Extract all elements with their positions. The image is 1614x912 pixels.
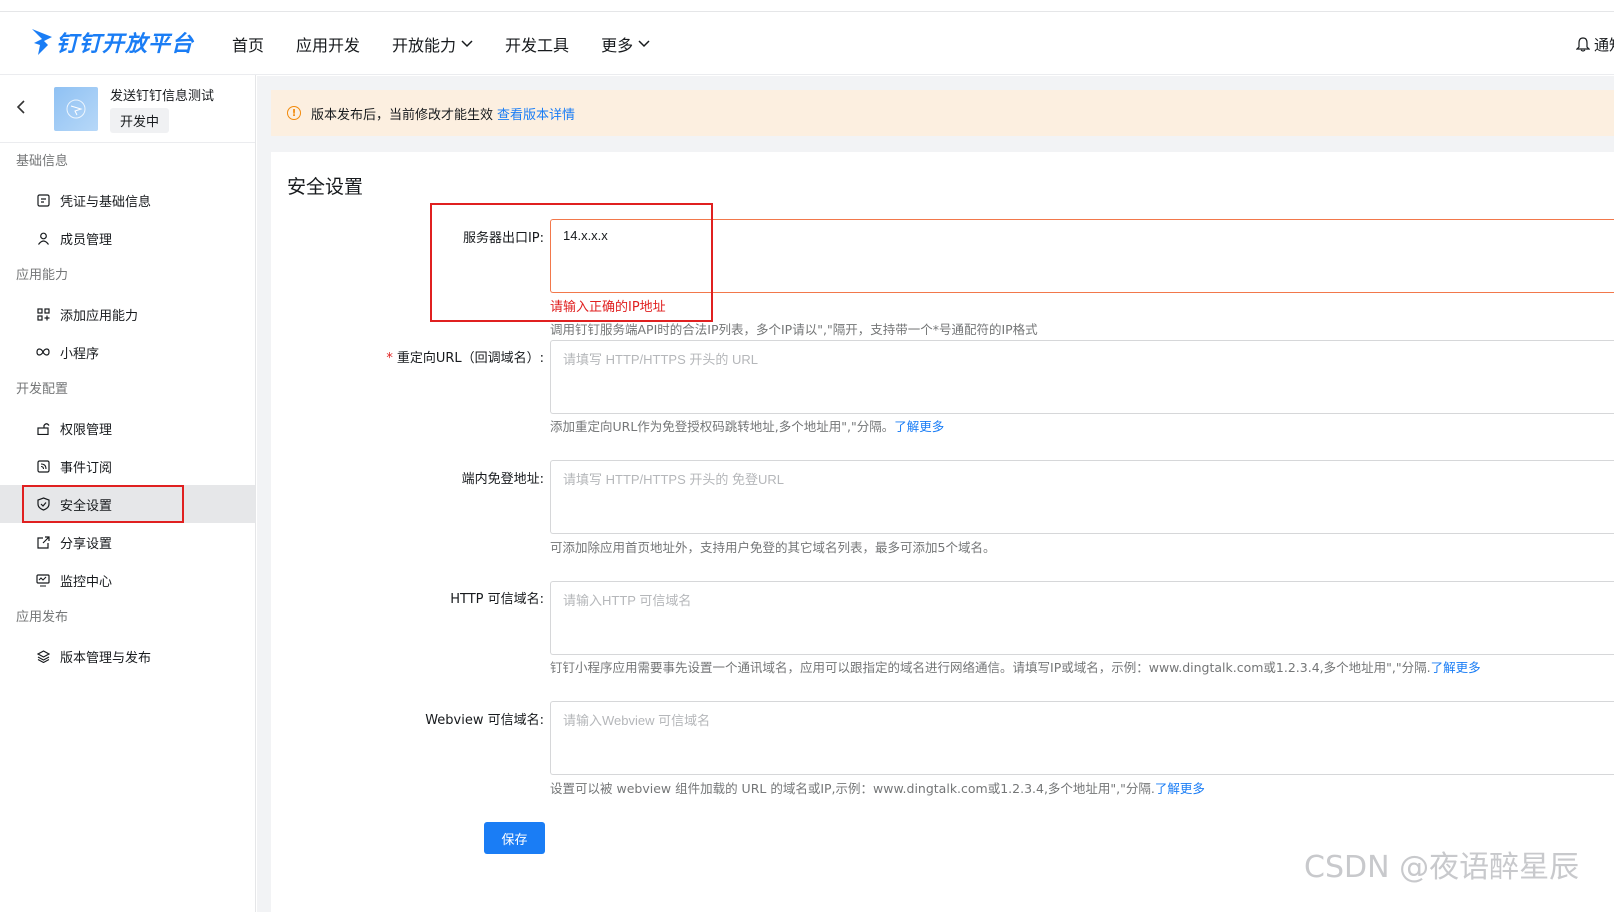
sidebar: 发送钉钉信息测试 开发中 基础信息 凭证与基础信息 成员管理 应用能力 添加应用…: [0, 75, 256, 912]
notice-text: 版本发布后，当前修改才能生效: [311, 107, 494, 123]
logo-text: 钉钉开放平台: [56, 32, 195, 57]
ip-field-label: 服务器出口IP:: [284, 227, 544, 246]
server-ip-input[interactable]: [550, 219, 1614, 293]
app-name: 发送钉钉信息测试: [110, 89, 215, 104]
view-version-details-link[interactable]: 查看版本详情: [497, 104, 575, 123]
label-text: 端内免登地址:: [461, 472, 544, 487]
unlock-icon: [36, 421, 50, 435]
share-icon: [36, 535, 50, 549]
sidebar-item-miniprogram[interactable]: 小程序: [0, 333, 255, 371]
sidebar-group-capabilities: 应用能力: [16, 268, 69, 283]
sidebar-group-release: 应用发布: [16, 610, 69, 625]
user-icon: [36, 231, 50, 245]
http-hint: 钉钉小程序应用需要事先设置一个通讯域名，应用可以跟指定的域名进行网络通信。请填写…: [550, 657, 1481, 676]
main-content: ! 版本发布后，当前修改才能生效 查看版本详情 安全设置 服务器出口IP: 请输…: [257, 76, 1614, 912]
back-chevron-icon[interactable]: [16, 99, 26, 118]
chevron-down-icon: [461, 39, 473, 47]
label-text: 服务器出口IP:: [462, 231, 544, 246]
http-field-label: HTTP 可信域名:: [284, 588, 544, 607]
sidebar-item-label: 监控中心: [60, 574, 113, 590]
sidebar-item-label: 成员管理: [60, 232, 113, 248]
learn-more-link[interactable]: 了解更多: [894, 419, 944, 434]
notify-label: 通知: [1594, 36, 1614, 54]
nav-label: 开发工具: [505, 35, 570, 55]
save-button[interactable]: 保存: [484, 822, 545, 854]
bell-icon: [1576, 37, 1590, 52]
layers-icon: [36, 649, 50, 663]
browser-top-strip: [0, 0, 1614, 12]
info-warning-icon: !: [287, 106, 301, 120]
shield-icon: [36, 497, 50, 511]
top-nav: 首页 应用开发 开放能力 开发工具 更多: [232, 12, 682, 75]
version-notice-banner: ! 版本发布后，当前修改才能生效 查看版本详情: [271, 90, 1614, 136]
credential-icon: [36, 193, 50, 207]
nav-label: 应用开发: [296, 35, 361, 55]
sidebar-item-label: 权限管理: [60, 422, 113, 438]
sidebar-group-basic: 基础信息: [16, 154, 69, 169]
redirect-hint: 添加重定向URL作为免登授权码跳转地址,多个地址用","分隔。了解更多: [550, 416, 944, 435]
sidebar-item-label: 小程序: [60, 346, 100, 362]
sidebar-item-security[interactable]: 安全设置: [0, 485, 255, 523]
webview-field-label: Webview 可信域名:: [284, 709, 544, 728]
sidebar-item-share[interactable]: 分享设置: [0, 523, 255, 561]
app-avatar: [54, 87, 98, 131]
sidebar-item-label: 版本管理与发布: [60, 650, 152, 666]
sso-field-label: 端内免登地址:: [284, 468, 544, 487]
ip-hint: 调用钉钉服务端API时的合法IP列表，多个IP请以","隔开，支持带一个*号通配…: [550, 322, 1038, 337]
label-text: HTTP 可信域名:: [450, 592, 544, 607]
sidebar-item-label: 事件订阅: [60, 460, 113, 476]
nav-item-more[interactable]: 更多: [601, 32, 650, 56]
nav-item-dev-tools[interactable]: 开发工具: [505, 32, 569, 56]
hint-text: 添加重定向URL作为免登授权码跳转地址,多个地址用","分隔。: [550, 419, 895, 434]
redirect-field-label: * 重定向URL（回调域名）:: [284, 347, 544, 366]
chevron-down-icon: [638, 39, 650, 47]
learn-more-link[interactable]: 了解更多: [1431, 660, 1481, 675]
app-logo-icon: [66, 99, 86, 119]
redirect-url-input[interactable]: [550, 340, 1614, 414]
top-header: 钉钉开放平台 首页 应用开发 开放能力 开发工具 更多 通知: [0, 12, 1614, 75]
csdn-watermark: CSDN @夜语醉星辰: [1304, 850, 1580, 885]
sso-url-input[interactable]: [550, 460, 1614, 534]
nav-item-app-dev[interactable]: 应用开发: [296, 32, 360, 56]
sidebar-item-monitor[interactable]: 监控中心: [0, 561, 255, 599]
nav-label: 更多: [601, 35, 634, 55]
security-settings-panel: 安全设置 服务器出口IP: 请输入正确的IP地址 调用钉钉服务端API时的合法I…: [271, 152, 1614, 912]
label-text: 重定向URL（回调域名）:: [396, 351, 544, 366]
label-text: Webview 可信域名:: [425, 713, 544, 728]
sso-hint: 可添加除应用首页地址外，支持用户免登的其它域名列表，最多可添加5个域名。: [550, 540, 996, 555]
ip-error-message: 请输入正确的IP地址: [550, 300, 666, 315]
notification-button[interactable]: 通知: [1576, 34, 1614, 55]
app-status-badge: 开发中: [110, 108, 170, 133]
nav-item-open-capabilities[interactable]: 开放能力: [392, 32, 473, 56]
learn-more-link[interactable]: 了解更多: [1155, 781, 1205, 796]
grid-add-icon: [36, 307, 50, 321]
nav-label: 开放能力: [392, 35, 457, 55]
monitor-icon: [36, 573, 50, 587]
rss-icon: [36, 459, 50, 473]
nav-label: 首页: [232, 35, 265, 55]
sidebar-item-permissions[interactable]: 权限管理: [0, 409, 255, 447]
webview-hint: 设置可以被 webview 组件加载的 URL 的域名或IP,示例：www.di…: [550, 778, 1205, 797]
sidebar-item-events[interactable]: 事件订阅: [0, 447, 255, 485]
sidebar-item-label: 凭证与基础信息: [60, 194, 152, 210]
sidebar-item-versions[interactable]: 版本管理与发布: [0, 637, 255, 675]
sidebar-item-add-capability[interactable]: 添加应用能力: [0, 295, 255, 333]
dingtalk-logo-icon: [32, 29, 52, 55]
hint-text: 钉钉小程序应用需要事先设置一个通讯域名，应用可以跟指定的域名进行网络通信。请填写…: [550, 660, 1431, 675]
sidebar-item-label: 添加应用能力: [60, 308, 139, 324]
page-title: 安全设置: [287, 176, 364, 198]
sidebar-item-label: 安全设置: [60, 498, 113, 514]
infinity-icon: [36, 345, 50, 359]
sidebar-item-credentials[interactable]: 凭证与基础信息: [0, 181, 255, 219]
sidebar-group-dev-config: 开发配置: [16, 382, 69, 397]
required-mark: *: [386, 351, 393, 366]
logo[interactable]: 钉钉开放平台: [30, 26, 194, 58]
app-header: 发送钉钉信息测试 开发中: [0, 75, 255, 143]
http-domain-input[interactable]: [550, 581, 1614, 655]
sidebar-item-label: 分享设置: [60, 536, 113, 552]
hint-text: 设置可以被 webview 组件加载的 URL 的域名或IP,示例：www.di…: [550, 781, 1155, 796]
webview-domain-input[interactable]: [550, 701, 1614, 775]
nav-item-home[interactable]: 首页: [232, 32, 264, 56]
sidebar-item-members[interactable]: 成员管理: [0, 219, 255, 257]
